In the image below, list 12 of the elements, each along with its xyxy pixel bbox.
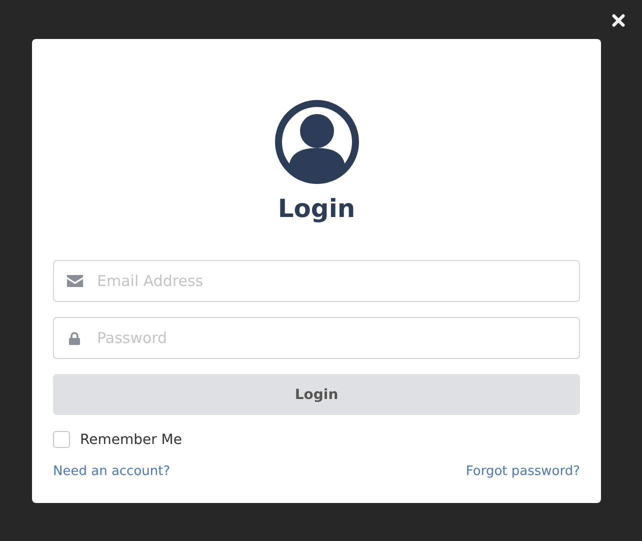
lock-icon xyxy=(69,332,80,344)
dialog-title: Login xyxy=(278,193,356,225)
login-button[interactable]: Login xyxy=(53,374,580,415)
user-avatar-icon xyxy=(274,100,358,184)
remember-label: Remember Me xyxy=(80,432,182,448)
remember-checkbox[interactable] xyxy=(53,431,70,448)
password-field[interactable]: Password xyxy=(53,317,580,359)
envelope-icon xyxy=(66,275,82,287)
email-field[interactable]: Email Address xyxy=(53,260,580,302)
text-link[interactable]: Need an account? xyxy=(53,464,170,479)
close-icon[interactable] xyxy=(612,14,625,27)
text-link[interactable]: Forgot password? xyxy=(466,464,580,479)
